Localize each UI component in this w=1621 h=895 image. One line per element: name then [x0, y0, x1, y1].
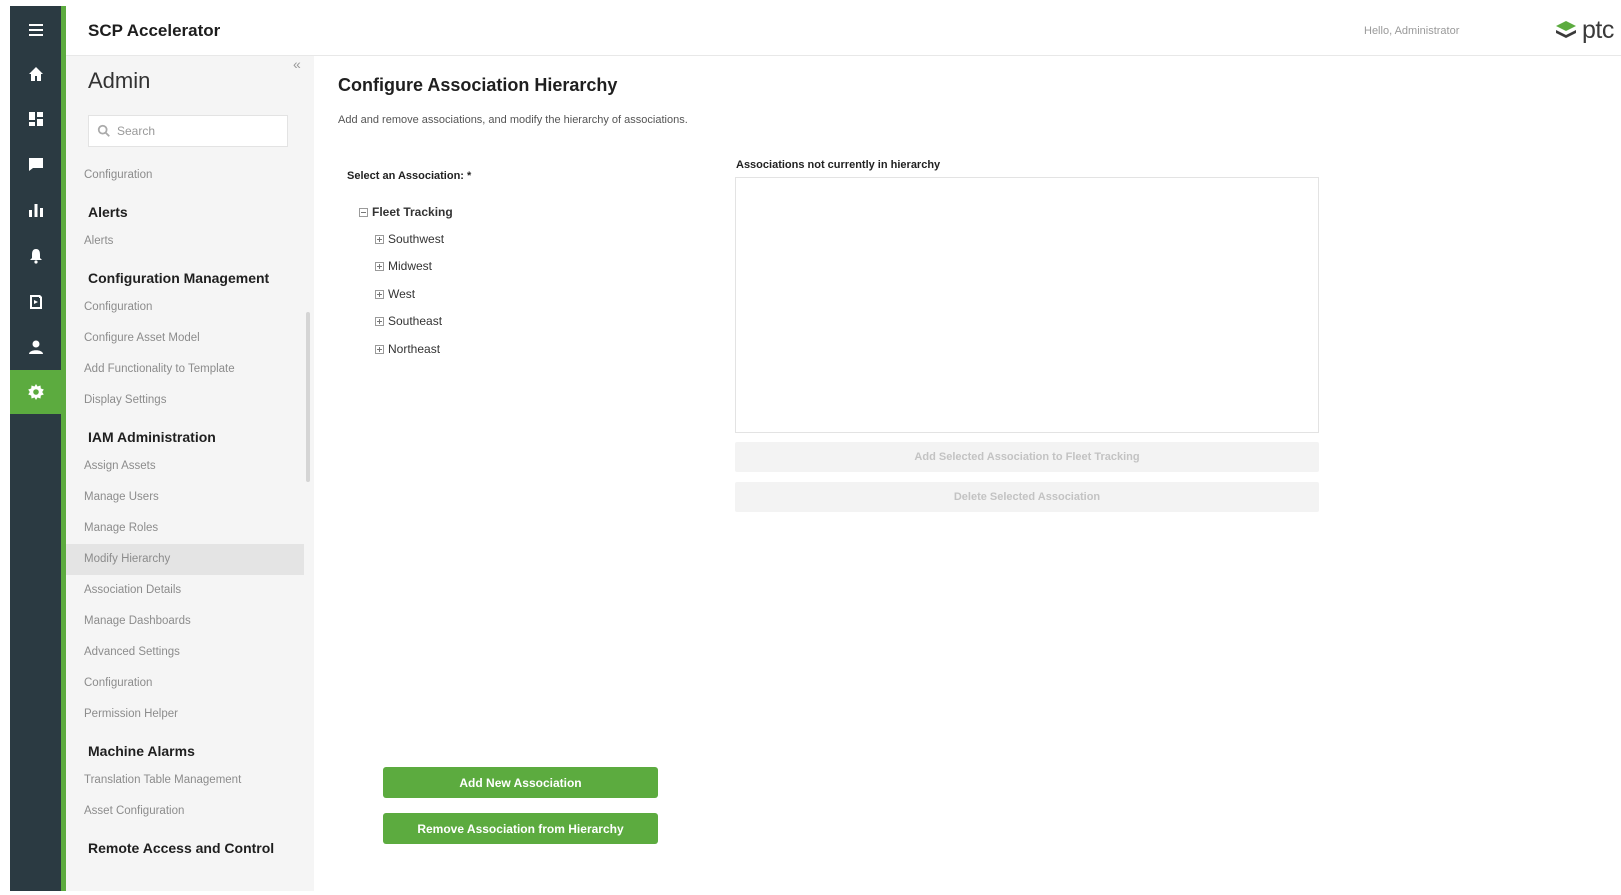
- expand-icon[interactable]: [375, 261, 384, 271]
- tree-node-northeast[interactable]: Northeast: [375, 342, 440, 356]
- tree-node-label: Southeast: [388, 314, 443, 328]
- sidebar-item-configuration-iam[interactable]: Configuration: [66, 668, 304, 699]
- page-subtitle: Add and remove associations, and modify …: [338, 114, 688, 126]
- sidebar-item-display-settings[interactable]: Display Settings: [66, 385, 304, 416]
- tree-node-label: Midwest: [388, 259, 433, 273]
- ptc-logo: ptc: [1554, 16, 1614, 45]
- sidebar-item-manage-dashboards[interactable]: Manage Dashboards: [66, 606, 304, 637]
- user-icon[interactable]: [10, 325, 61, 369]
- sidebar-group-iam-administration: IAM Administration: [88, 429, 216, 445]
- menu-icon[interactable]: [10, 8, 61, 52]
- sidebar-scrollbar[interactable]: [306, 312, 310, 482]
- sidebar-item-manage-roles[interactable]: Manage Roles: [66, 513, 304, 544]
- sidebar-item-manage-users[interactable]: Manage Users: [66, 482, 304, 513]
- sidebar-item-alerts[interactable]: Alerts: [66, 226, 304, 257]
- unassigned-associations-list[interactable]: [735, 177, 1319, 433]
- bar-chart-icon[interactable]: [10, 188, 61, 232]
- sidebar-group-machine-alarms: Machine Alarms: [88, 743, 195, 759]
- chat-icon[interactable]: [10, 142, 61, 186]
- sidebar-item-asset-configuration[interactable]: Asset Configuration: [66, 796, 304, 827]
- sidebar-item-add-functionality[interactable]: Add Functionality to Template: [66, 354, 304, 385]
- remote-icon[interactable]: [10, 280, 61, 324]
- top-header: SCP Accelerator Hello, Administrator ptc: [66, 6, 1621, 56]
- tree-node-root[interactable]: Fleet Tracking: [359, 205, 453, 219]
- search-input[interactable]: [117, 124, 277, 138]
- logo-text: ptc: [1582, 16, 1614, 44]
- sidebar-item-configure-asset-model[interactable]: Configure Asset Model: [66, 323, 304, 354]
- sidebar-title: Admin: [88, 68, 151, 93]
- sidebar-group-remote-access: Remote Access and Control: [88, 840, 275, 856]
- tree-node-label: Southwest: [388, 232, 445, 246]
- select-association-label: Select an Association: *: [347, 170, 472, 182]
- sidebar-group-configuration-management: Configuration Management: [88, 270, 270, 286]
- sidebar-item-assign-assets[interactable]: Assign Assets: [66, 451, 304, 482]
- expand-icon[interactable]: [375, 316, 384, 326]
- tree-node-midwest[interactable]: Midwest: [375, 259, 432, 273]
- not-in-hierarchy-label: Associations not currently in hierarchy: [736, 159, 941, 171]
- ptc-logo-icon: [1556, 20, 1576, 38]
- tree-node-southwest[interactable]: Southwest: [375, 232, 444, 246]
- add-new-association-button[interactable]: Add New Association: [383, 767, 658, 798]
- page-title: Configure Association Hierarchy: [338, 75, 618, 95]
- icon-rail: [10, 6, 61, 891]
- expand-icon[interactable]: [375, 289, 384, 299]
- sidebar-item-translation-table[interactable]: Translation Table Management: [66, 765, 304, 796]
- sidebar-item-association-details[interactable]: Association Details: [66, 575, 304, 606]
- collapse-sidebar-button[interactable]: «: [293, 56, 301, 72]
- sidebar-item-advanced-settings[interactable]: Advanced Settings: [66, 637, 304, 668]
- dashboard-icon[interactable]: [10, 97, 61, 141]
- sidebar-group-alerts: Alerts: [88, 204, 128, 220]
- tree-node-label: Fleet Tracking: [372, 205, 453, 219]
- home-icon[interactable]: [10, 52, 61, 96]
- tree-node-label: Northeast: [388, 342, 441, 356]
- tree-node-west[interactable]: West: [375, 287, 415, 301]
- sidebar-item-permission-helper[interactable]: Permission Helper: [66, 699, 304, 730]
- sidebar-search[interactable]: [88, 115, 288, 147]
- collapse-icon[interactable]: [359, 207, 368, 217]
- admin-sidebar: Admin « Configuration Alerts Alerts Conf…: [66, 56, 314, 891]
- sidebar-item-configuration-top[interactable]: Configuration: [66, 160, 304, 191]
- sidebar-item-modify-hierarchy[interactable]: Modify Hierarchy: [66, 544, 304, 575]
- expand-icon[interactable]: [375, 344, 384, 354]
- tree-node-label: West: [388, 287, 416, 301]
- add-selected-association-button[interactable]: Add Selected Association to Fleet Tracki…: [735, 442, 1319, 472]
- delete-selected-association-button[interactable]: Delete Selected Association: [735, 482, 1319, 512]
- gear-icon[interactable]: [10, 370, 61, 414]
- app-window: SCP Accelerator Hello, Administrator ptc…: [0, 0, 1621, 895]
- expand-icon[interactable]: [375, 234, 384, 244]
- user-greeting[interactable]: Hello, Administrator: [1364, 25, 1459, 37]
- search-icon: [97, 124, 110, 137]
- sidebar-item-configuration[interactable]: Configuration: [66, 292, 304, 323]
- bell-icon[interactable]: [10, 234, 61, 278]
- tree-node-southeast[interactable]: Southeast: [375, 314, 442, 328]
- remove-association-button[interactable]: Remove Association from Hierarchy: [383, 813, 658, 844]
- app-title: SCP Accelerator: [88, 21, 221, 40]
